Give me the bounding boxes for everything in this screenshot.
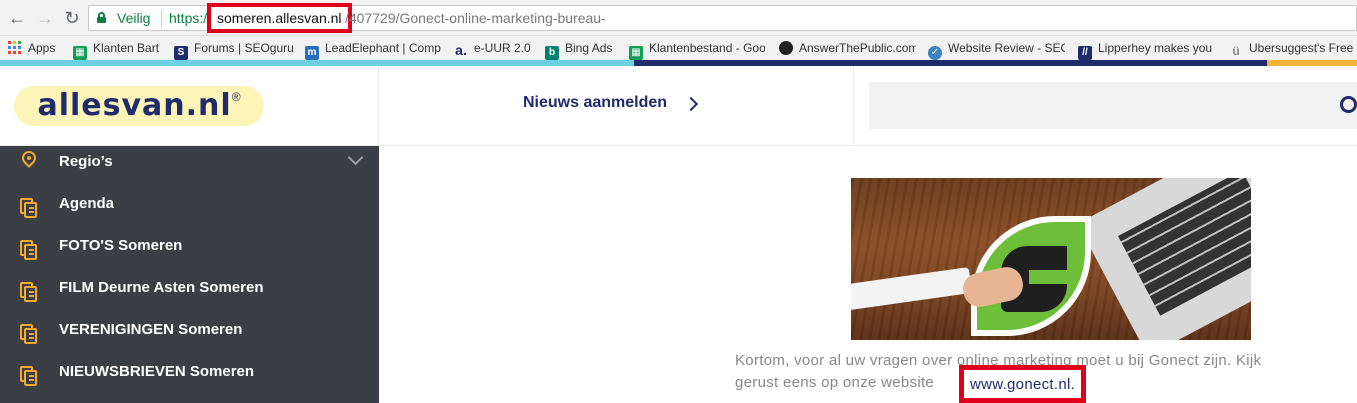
bing-icon: b — [545, 46, 559, 60]
secure-label: Veilig — [117, 10, 151, 26]
forward-arrow-icon[interactable]: → — [34, 7, 56, 29]
browser-toolbar: ← → ↻ Veilig https:// someren.allesvan.n… — [0, 0, 1357, 36]
document-icon — [20, 366, 38, 386]
back-arrow-icon[interactable]: ← — [6, 7, 28, 29]
document-icon — [20, 282, 38, 302]
url-host-highlight: someren.allesvan.nl — [207, 3, 352, 33]
bookmark-label: Apps — [28, 41, 56, 55]
bookmark-apps[interactable]: Apps — [8, 36, 55, 60]
sidebar-item-fotos[interactable]: FOTO'S Someren — [0, 230, 379, 272]
url-scheme: https:// — [169, 10, 212, 26]
sidebar-menu: Regio’s Agenda FOTO'S Someren FILM Deurn… — [0, 146, 379, 403]
sheets-icon: ▦ — [73, 46, 87, 60]
website-review-icon: ✓ — [928, 46, 942, 60]
sidebar-item-label: NIEUWSBRIEVEN Someren — [59, 363, 255, 380]
bookmark-label: Ubersuggest's Free — [1249, 41, 1354, 55]
bookmarks-bar: Apps ▦ Klanten Bart S Forums | SEOguru m Le… — [0, 36, 1357, 60]
document-icon — [20, 324, 38, 344]
address-bar[interactable]: Veilig https:// someren.allesvan.nl /407… — [88, 3, 1357, 33]
bookmark-label: AnswerThePublic.com — [799, 41, 916, 55]
sidebar-item-label: FILM Deurne Asten Someren — [59, 279, 264, 296]
sidebar-item-label: VERENIGINGEN Someren — [59, 321, 243, 338]
website-link-highlight[interactable]: www.gonect.nl. — [959, 365, 1087, 403]
document-icon — [20, 240, 38, 260]
bookmark-label: Bing Ads — [565, 41, 613, 55]
sidebar-item-agenda[interactable]: Agenda — [0, 188, 379, 230]
bookmark-answerthepublic[interactable]: AnswerThePublic.com — [779, 36, 916, 60]
bookmark-label: e-UUR 2.0 — [474, 41, 531, 55]
search-icon[interactable] — [1340, 96, 1357, 113]
bookmark-leadelephant[interactable]: m LeadElephant | Comp — [305, 36, 442, 60]
logo-registered: ® — [231, 90, 241, 104]
news-signup-link[interactable]: Nieuws aanmelden — [523, 94, 667, 112]
euur-icon: a. — [455, 42, 467, 58]
omnibox-divider — [161, 10, 162, 26]
sidebar-item-label: Agenda — [59, 195, 115, 212]
article-photo — [851, 178, 1251, 340]
sidebar-item-verenigingen[interactable]: VERENIGINGEN Someren — [0, 314, 379, 356]
bookmark-label: Lipperhey makes you — [1098, 41, 1213, 55]
chevron-down-icon[interactable] — [347, 149, 364, 166]
bookmark-euur[interactable]: a. e-UUR 2.0 — [454, 36, 531, 60]
search-input[interactable] — [869, 82, 1357, 129]
sidebar-item-regios[interactable]: Regio’s — [0, 146, 379, 188]
url-path: /407729/Gonect-online-marketing-bureau- — [345, 10, 606, 26]
bookmark-klanten-bart[interactable]: ▦ Klanten Bart — [73, 36, 159, 60]
bookmark-label: Website Review - SEO — [948, 41, 1065, 55]
site-header: allesvan.nl® Nieuws aanmelden — [0, 66, 1357, 146]
apps-grid-icon — [8, 41, 22, 55]
sidebar-item-label: FOTO'S Someren — [59, 237, 183, 254]
bookmark-label: Klanten Bart — [93, 41, 160, 55]
bookmark-seoguru[interactable]: S Forums | SEOguru — [174, 36, 294, 60]
chevron-right-icon — [683, 96, 699, 112]
answerthepublic-icon — [779, 41, 793, 55]
sidebar-item-nieuwsbrieven[interactable]: NIEUWSBRIEVEN Someren — [0, 356, 379, 398]
sidebar-item-label: Regio’s — [59, 153, 113, 170]
bookmark-bing-ads[interactable]: b Bing Ads — [545, 36, 612, 60]
logo-text: allesvan.nl — [37, 88, 232, 123]
bookmark-label: Forums | SEOguru — [194, 41, 294, 55]
ubersuggest-icon: ü — [1232, 44, 1240, 58]
seoguru-icon: S — [174, 46, 188, 60]
lock-icon — [97, 12, 106, 23]
bookmark-lipperhey[interactable]: // Lipperhey makes you — [1078, 36, 1216, 60]
bookmark-website-review[interactable]: ✓ Website Review - SEO — [928, 36, 1065, 60]
bookmark-ubersuggest[interactable]: ü Ubersuggest's Free — [1229, 36, 1357, 60]
bookmark-klantenbestand[interactable]: ▦ Klantenbestand - Goo — [629, 36, 765, 60]
location-pin-icon — [19, 148, 39, 171]
document-icon — [20, 198, 38, 218]
bookmark-label: Klantenbestand - Goo — [649, 41, 765, 55]
article-caption-line2: gerust eens op onze website — [735, 374, 935, 391]
lipperhey-icon: // — [1078, 46, 1092, 60]
leadelephant-icon: m — [305, 46, 319, 60]
bookmark-label: LeadElephant | Comp — [325, 41, 441, 55]
reload-icon[interactable]: ↻ — [61, 7, 83, 29]
site-logo[interactable]: allesvan.nl® — [14, 86, 264, 126]
sheets-icon: ▦ — [629, 46, 643, 60]
sidebar-item-film[interactable]: FILM Deurne Asten Someren — [0, 272, 379, 314]
